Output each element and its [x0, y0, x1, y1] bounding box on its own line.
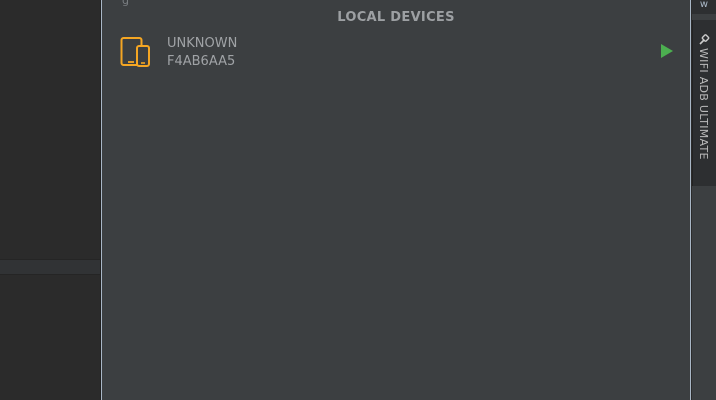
cut-off-text: g: [122, 0, 129, 7]
device-info: UNKNOWN F4AB6AA5: [167, 35, 237, 71]
wifi-adb-icon: [699, 34, 710, 45]
device-name: UNKNOWN: [167, 36, 238, 51]
editor-area: [0, 0, 101, 400]
editor-divider-strip: [0, 259, 100, 275]
device-serial: F4AB6AA5: [167, 54, 236, 69]
device-row[interactable]: UNKNOWN F4AB6AA5: [120, 34, 675, 74]
phone-tablet-icon: [120, 37, 150, 67]
tool-tab-top[interactable]: w: [692, 0, 716, 14]
tool-tab-wifi-adb-ultimate[interactable]: WIFI ADB ULTIMATE: [692, 20, 716, 186]
play-icon[interactable]: [659, 43, 675, 59]
right-tool-window-bar: w WIFI ADB ULTIMATE: [692, 0, 716, 400]
section-title: LOCAL DEVICES: [337, 10, 455, 25]
wifi-adb-panel: g LOCAL DEVICES UNKNOWN F4AB6AA5: [101, 0, 691, 400]
tool-tab-label: WIFI ADB ULTIMATE: [697, 48, 710, 160]
